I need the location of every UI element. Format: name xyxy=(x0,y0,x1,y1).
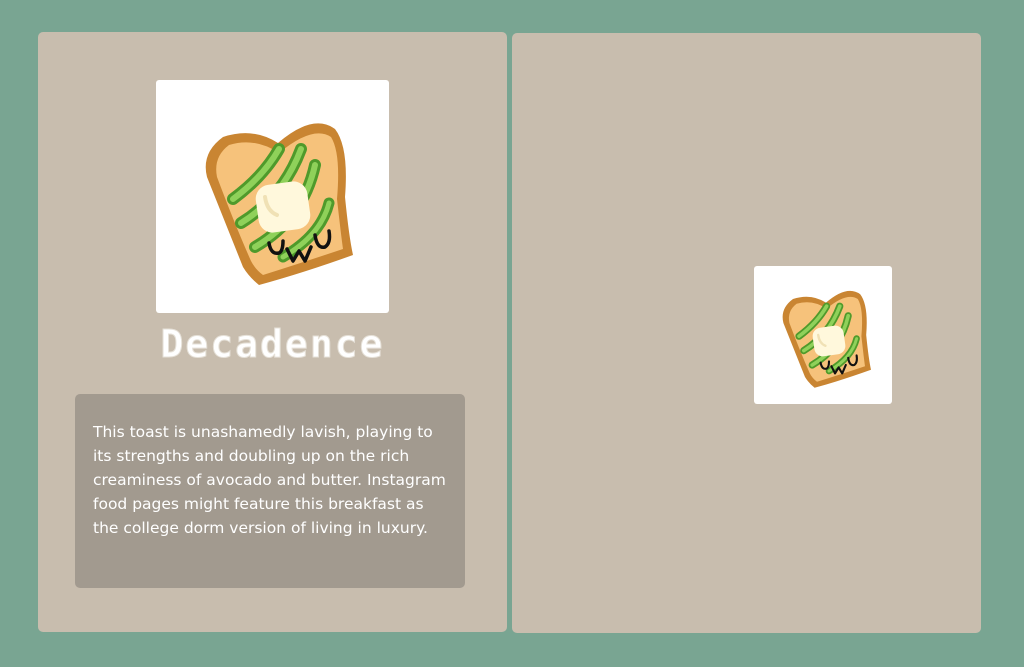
toast-image-card xyxy=(156,80,389,313)
toast-thumbnail-card[interactable] xyxy=(754,266,892,404)
card-title: Decadence xyxy=(160,322,385,367)
avocado-toast-icon xyxy=(205,122,353,285)
description-box: This toast is unashamedly lavish, playin… xyxy=(75,394,465,588)
preview-panel xyxy=(512,33,981,633)
detail-panel: Decadence This toast is unashamedly lavi… xyxy=(38,32,507,632)
card-description: This toast is unashamedly lavish, playin… xyxy=(93,423,446,537)
avocado-toast-icon xyxy=(782,290,871,388)
